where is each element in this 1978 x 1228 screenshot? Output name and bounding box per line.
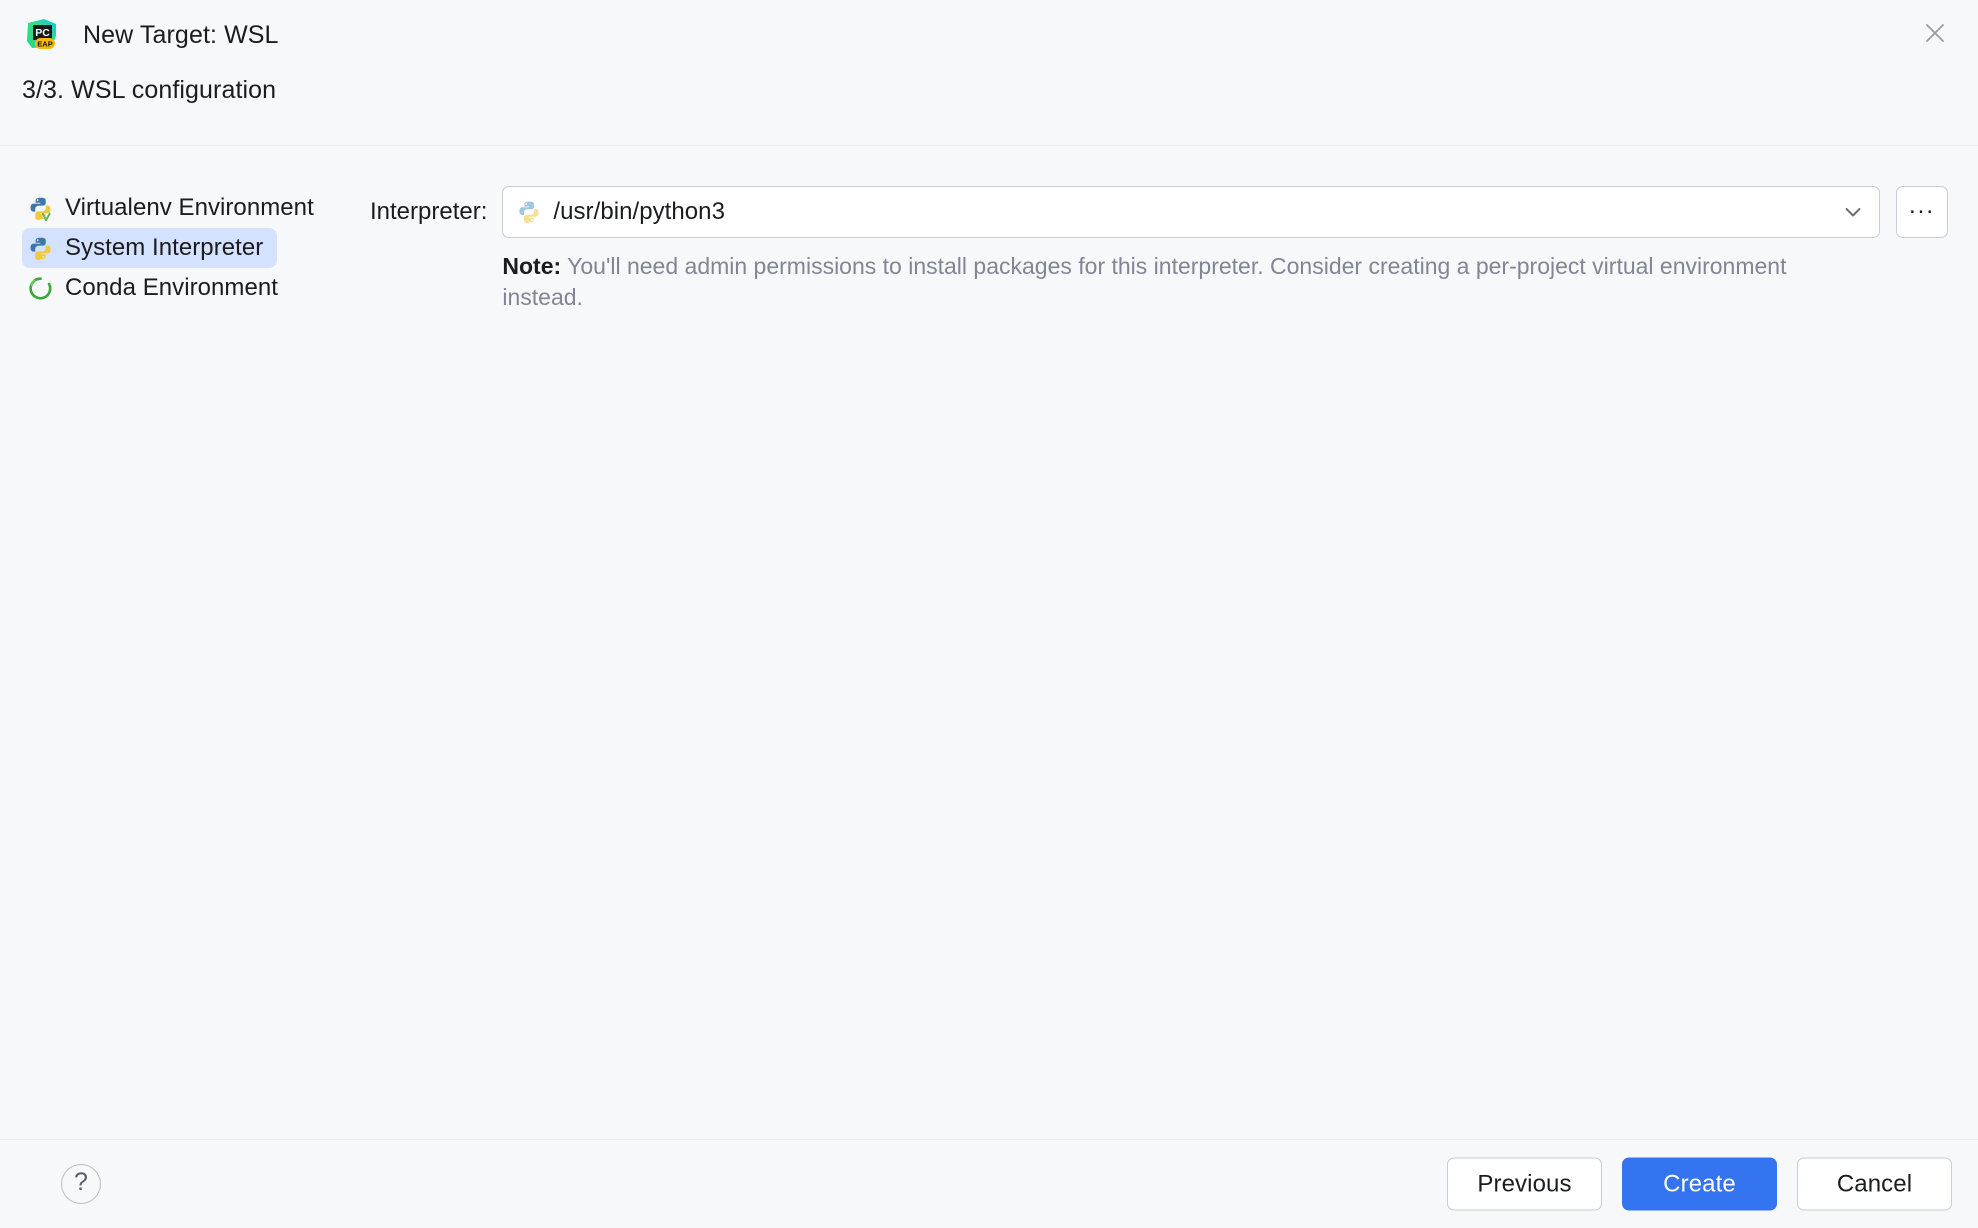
python-virtualenv-icon — [30, 197, 51, 221]
interpreter-field-row: Interpreter: /usr/bin/python3 ... Note: … — [370, 186, 1948, 313]
cancel-button[interactable]: Cancel — [1797, 1157, 1952, 1211]
close-icon — [1926, 24, 1944, 42]
title-row: PC EAP New Target: WSL — [24, 14, 279, 56]
dialog-footer: ? Previous Create Cancel — [0, 1139, 1978, 1228]
step-title: 3/3. WSL configuration — [22, 76, 277, 104]
svg-text:PC: PC — [35, 27, 50, 39]
chevron-down-icon — [1845, 208, 1861, 217]
interpreter-field-control: /usr/bin/python3 ... Note: You'll need a… — [502, 186, 1948, 313]
dialog-header: PC EAP New Target: WSL 3/3. WSL configur… — [0, 0, 1978, 146]
environment-type-list: Virtualenv Environment System Interprete… — [0, 146, 370, 308]
new-target-wsl-dialog: PC EAP New Target: WSL 3/3. WSL configur… — [0, 0, 1978, 1228]
interpreter-combo-line: /usr/bin/python3 ... — [502, 186, 1948, 238]
sidebar-item-system-interpreter[interactable]: System Interpreter — [22, 228, 278, 268]
browse-interpreter-button[interactable]: ... — [1896, 186, 1948, 238]
python-icon — [519, 201, 539, 224]
sidebar-item-conda-environment[interactable]: Conda Environment — [22, 268, 292, 308]
dialog-body: Virtualenv Environment System Interprete… — [0, 146, 1978, 1139]
note-label: Note: — [502, 253, 562, 279]
note-text: You'll need admin permissions to install… — [502, 253, 1787, 310]
sidebar-item-label: Conda Environment — [65, 274, 278, 301]
previous-button[interactable]: Previous — [1447, 1157, 1602, 1211]
sidebar-item-label: System Interpreter — [65, 234, 264, 261]
sidebar-item-virtualenv-environment[interactable]: Virtualenv Environment — [22, 188, 328, 228]
conda-icon — [29, 276, 52, 300]
interpreter-dropdown-button[interactable] — [1833, 192, 1873, 232]
svg-text:EAP: EAP — [37, 40, 53, 49]
interpreter-label: Interpreter: — [370, 198, 488, 225]
interpreter-note: Note: You'll need admin permissions to i… — [502, 251, 1822, 313]
help-button[interactable]: ? — [61, 1164, 101, 1204]
create-button[interactable]: Create — [1622, 1157, 1777, 1211]
interpreter-config-pane: Interpreter: /usr/bin/python3 ... Note: … — [370, 146, 1978, 313]
footer-actions: Previous Create Cancel — [1447, 1157, 1952, 1211]
window-title: New Target: WSL — [83, 20, 279, 49]
pycharm-eap-icon: PC EAP — [27, 19, 56, 49]
interpreter-value: /usr/bin/python3 — [553, 198, 725, 225]
sidebar-item-label: Virtualenv Environment — [65, 194, 314, 221]
python-icon — [30, 237, 51, 260]
interpreter-combobox[interactable]: /usr/bin/python3 — [502, 186, 1880, 238]
close-button[interactable] — [1914, 12, 1956, 54]
